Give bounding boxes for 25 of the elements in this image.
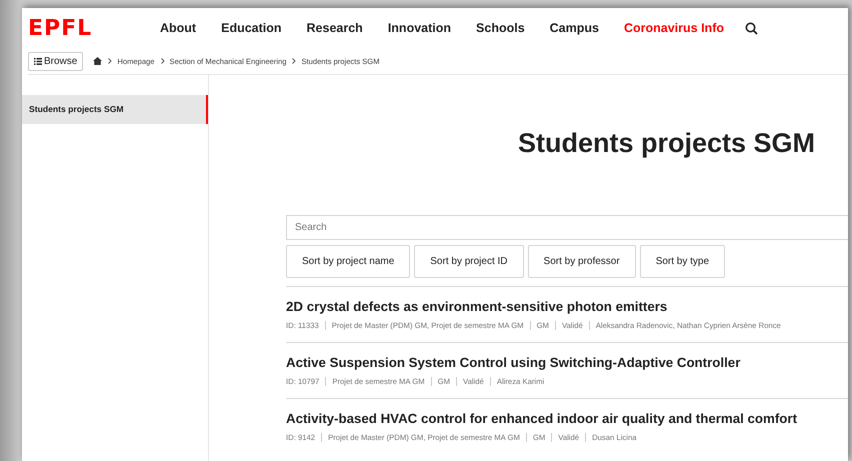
- project-title[interactable]: 2D crystal defects as environment-sensitive photon emitters: [286, 299, 848, 314]
- list-icon: [34, 58, 42, 64]
- browse-button[interactable]: Browse: [28, 52, 84, 70]
- nav-link[interactable]: Education: [221, 21, 282, 35]
- page-title: Students projects SGM: [516, 128, 815, 160]
- sort-button[interactable]: Sort by project ID: [414, 245, 524, 278]
- nav-link[interactable]: Coronavirus Info: [624, 21, 724, 35]
- nav-link[interactable]: Research: [306, 21, 363, 35]
- chevron-icon: [292, 58, 296, 64]
- sort-button[interactable]: Sort by professor: [528, 245, 636, 278]
- nav-link[interactable]: Campus: [550, 21, 599, 35]
- sort-button[interactable]: Sort by type: [640, 245, 726, 278]
- nav-link[interactable]: Innovation: [388, 21, 452, 35]
- sidebar-item[interactable]: Students projects SGM: [22, 95, 208, 124]
- home-icon[interactable]: [93, 57, 102, 65]
- epfl-logo[interactable]: EPFL: [28, 16, 160, 40]
- nav-link[interactable]: About: [160, 21, 196, 35]
- sort-button[interactable]: Sort by project name: [286, 245, 410, 278]
- search-icon[interactable]: [745, 22, 758, 34]
- search-field[interactable]: Search: [286, 215, 848, 240]
- chevron-icon: [108, 58, 112, 64]
- chevron-icon: [160, 58, 165, 64]
- project-title[interactable]: Active Suspension System Control using Switching-Adaptive Controller: [286, 355, 848, 370]
- nav-link[interactable]: Schools: [476, 21, 525, 35]
- project-title[interactable]: Activity-based HVAC control for enhanced indoor air quality and thermal comfort: [286, 411, 848, 426]
